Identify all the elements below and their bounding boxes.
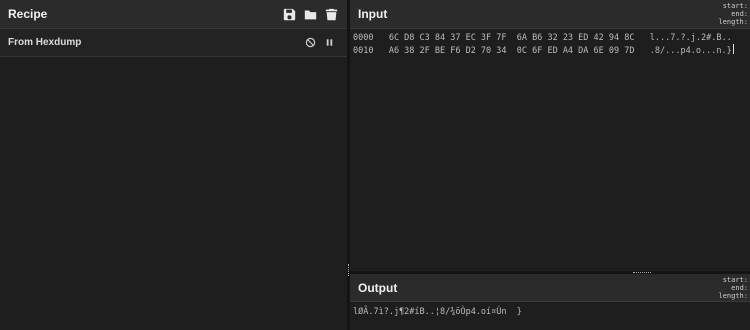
input-header: Input start: end: length: bbox=[350, 0, 750, 29]
pause-icon[interactable] bbox=[324, 37, 335, 48]
input-title: Input bbox=[358, 7, 388, 21]
text-cursor bbox=[732, 44, 734, 54]
resize-grip-icon bbox=[348, 264, 349, 276]
input-stat-end: end: bbox=[731, 10, 748, 18]
output-stats: start: end: length: bbox=[718, 276, 748, 300]
resize-grip-icon bbox=[633, 272, 651, 273]
disable-icon[interactable] bbox=[305, 37, 316, 48]
folder-icon[interactable] bbox=[303, 6, 318, 22]
output-textarea[interactable]: lØÃ.7ì?.j¶2#íB..¦8/¾öÒp4.oí¤Ún } bbox=[350, 302, 750, 330]
recipe-title: Recipe bbox=[8, 7, 48, 21]
input-line-text: 0010 A6 38 2F BE F6 D2 70 34 0C 6F ED A4… bbox=[353, 46, 732, 56]
save-icon[interactable] bbox=[282, 6, 297, 22]
input-stat-start: start: bbox=[722, 2, 748, 10]
io-panel: Input start: end: length: 0000 6C D8 C3 … bbox=[350, 0, 750, 330]
recipe-toolbar bbox=[282, 6, 339, 22]
input-stats: start: end: length: bbox=[718, 2, 748, 26]
operation-controls bbox=[305, 37, 335, 48]
output-stat-start: start: bbox=[722, 276, 748, 284]
recipe-header: Recipe bbox=[0, 0, 347, 29]
input-stat-length: length: bbox=[718, 18, 748, 26]
trash-icon[interactable] bbox=[324, 6, 339, 22]
operation-from-hexdump[interactable]: From Hexdump bbox=[0, 29, 347, 57]
input-line: 0000 6C D8 C3 84 37 EC 3F 7F 6A B6 32 23… bbox=[353, 33, 732, 43]
input-textarea[interactable]: 0000 6C D8 C3 84 37 EC 3F 7F 6A B6 32 23… bbox=[350, 29, 750, 271]
output-title: Output bbox=[358, 280, 398, 295]
operation-name: From Hexdump bbox=[8, 37, 82, 48]
input-line-last: 0010 A6 38 2F BE F6 D2 70 34 0C 6F ED A4… bbox=[353, 44, 750, 57]
output-stat-end: end: bbox=[731, 284, 748, 292]
output-header: Output start: end: length: bbox=[350, 274, 750, 302]
output-stat-length: length: bbox=[718, 292, 748, 300]
recipe-panel: Recipe From Hexdump bbox=[0, 0, 347, 330]
